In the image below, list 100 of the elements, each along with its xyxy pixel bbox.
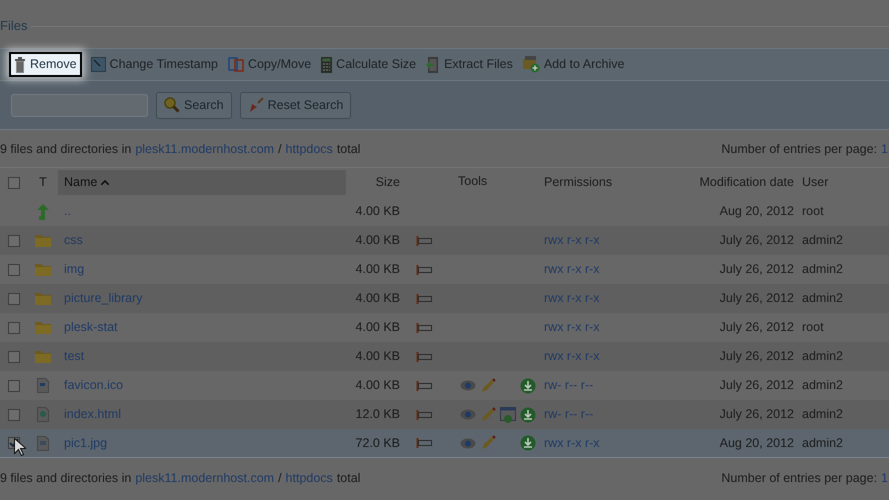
- date-cell-text: July 26, 2012: [718, 348, 795, 366]
- flag-icon: [416, 380, 432, 390]
- permissions-link[interactable]: rwx r-x r-x: [544, 318, 600, 337]
- checkbox[interactable]: [8, 380, 20, 392]
- properties-button[interactable]: [416, 236, 432, 246]
- flag-icon: [416, 322, 432, 332]
- calculator-icon: [321, 56, 332, 72]
- checkbox[interactable]: [8, 408, 20, 420]
- checkbox[interactable]: [8, 350, 20, 362]
- search-button[interactable]: Reset Search: [240, 92, 352, 118]
- path-separator: /: [278, 141, 282, 158]
- flag-icon: [416, 264, 432, 274]
- tool-button[interactable]: [520, 435, 536, 451]
- file-link[interactable]: picture_library: [58, 289, 143, 308]
- properties-button[interactable]: [416, 322, 432, 332]
- checkbox[interactable]: [8, 234, 20, 246]
- checkbox[interactable]: [8, 322, 20, 334]
- permissions-link[interactable]: rwx r-x r-x: [544, 260, 600, 279]
- size-cell-text: 72.0 KB: [354, 434, 401, 452]
- permissions-link[interactable]: rwx r-x r-x: [544, 347, 600, 366]
- folder-link[interactable]: httpdocs: [286, 140, 333, 159]
- tool-button[interactable]: [520, 406, 536, 422]
- date-cell-text: July 26, 2012: [718, 377, 795, 394]
- permissions-link[interactable]: rw- r-- r--: [544, 405, 594, 424]
- toolbar-button[interactable]: Add to Archive: [522, 52, 626, 77]
- path-separator: /: [278, 470, 282, 487]
- file-link[interactable]: test: [58, 347, 84, 366]
- properties-button[interactable]: [416, 352, 432, 362]
- file-icon: [37, 378, 49, 393]
- date-cell-text: Aug 20, 2012: [718, 434, 795, 452]
- column-header: Permissions: [544, 174, 614, 192]
- host-link[interactable]: plesk11.modernhost.com: [135, 140, 274, 159]
- permissions-link[interactable]: rwx r-x r-x: [544, 231, 600, 250]
- download-icon: [520, 406, 536, 422]
- file-link[interactable]: plesk-stat: [58, 318, 118, 337]
- file-link[interactable]: ..: [58, 202, 71, 221]
- date-cell-text: July 26, 2012: [718, 232, 795, 250]
- column-header: Size: [374, 174, 401, 192]
- checkbox[interactable]: [8, 176, 20, 188]
- file-link[interactable]: pic1.jpg: [58, 434, 108, 452]
- size-cell-text: 4.00 KB: [354, 348, 401, 366]
- user-cell-text: admin2: [801, 232, 844, 250]
- globe-file-icon: [37, 407, 49, 422]
- host-link[interactable]: plesk11.modernhost.com: [135, 468, 274, 488]
- properties-button[interactable]: [416, 410, 432, 420]
- toolbar-button[interactable]: Copy/Move: [226, 52, 312, 77]
- column-header: Tools: [457, 173, 488, 190]
- properties-button[interactable]: [416, 264, 432, 274]
- file-link[interactable]: css: [58, 231, 83, 250]
- toolbar-button[interactable]: Calculate Size: [320, 52, 418, 77]
- image-file-icon: [37, 436, 49, 450]
- caret-icon: [101, 180, 110, 185]
- magnifier-icon: [164, 97, 180, 113]
- summary-text: 9 files and directories in: [0, 470, 132, 487]
- properties-button[interactable]: [416, 380, 432, 390]
- search-button[interactable]: Search: [156, 92, 232, 118]
- size-cell-text: 12.0 KB: [354, 406, 401, 424]
- flag-icon: [416, 352, 432, 362]
- eye-icon: [460, 380, 476, 391]
- size-cell-text: 4.00 KB: [354, 290, 401, 308]
- tool-button[interactable]: [460, 380, 476, 391]
- user-cell-text: root: [801, 319, 825, 336]
- page-size-link[interactable]: 1: [881, 140, 888, 159]
- file-link[interactable]: img: [58, 260, 84, 279]
- flag-icon: [416, 410, 432, 420]
- sort-header[interactable]: Name: [58, 170, 346, 195]
- file-link[interactable]: index.html: [58, 405, 121, 424]
- section-title: Files: [0, 17, 28, 36]
- permissions-link[interactable]: rwx r-x r-x: [544, 434, 600, 452]
- flag-icon: [416, 294, 432, 304]
- folder-icon: [35, 292, 51, 305]
- summary-text: 9 files and directories in: [0, 141, 132, 158]
- toolbar-button[interactable]: Extract Files: [425, 52, 514, 77]
- folder-icon: [35, 263, 51, 276]
- tool-button[interactable]: [460, 438, 476, 448]
- checkbox[interactable]: [8, 264, 20, 276]
- size-cell-text: 4.00 KB: [354, 203, 401, 220]
- toolbar-button[interactable]: Change Timestamp: [90, 52, 219, 77]
- trash-icon: [14, 56, 26, 72]
- permissions-link[interactable]: rw- r-- r--: [544, 376, 594, 395]
- page-size-link[interactable]: 1: [881, 468, 888, 488]
- pencil-icon: [480, 378, 496, 394]
- user-cell-text: root: [801, 203, 825, 220]
- archive-icon: [522, 56, 540, 73]
- user-cell-text: admin2: [801, 406, 844, 424]
- date-cell-text: July 26, 2012: [718, 290, 795, 308]
- toolbar-button[interactable]: Remove: [9, 52, 82, 77]
- folder-icon: [35, 350, 51, 363]
- folder-link[interactable]: httpdocs: [286, 468, 333, 488]
- user-cell-text: admin2: [801, 377, 844, 394]
- flag-icon: [416, 236, 432, 246]
- extract-icon: [426, 56, 440, 72]
- properties-button[interactable]: [416, 294, 432, 304]
- checkbox[interactable]: [8, 292, 20, 304]
- search-field[interactable]: [11, 94, 148, 116]
- file-link[interactable]: favicon.ico: [58, 376, 124, 395]
- date-cell-text: July 26, 2012: [718, 406, 795, 424]
- properties-button[interactable]: [416, 438, 432, 448]
- permissions-link[interactable]: rwx r-x r-x: [544, 289, 600, 308]
- tool-button[interactable]: [520, 378, 536, 394]
